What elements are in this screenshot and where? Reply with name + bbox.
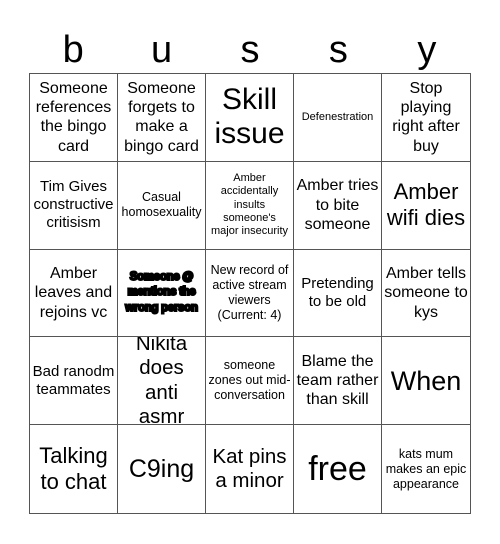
header-letter-s2: s: [328, 29, 348, 71]
bingo-cell[interactable]: Tim Gives constructive critisism: [30, 161, 118, 250]
bingo-cell[interactable]: Stop playing right after buy: [382, 74, 470, 162]
bingo-cell[interactable]: Defenestration: [294, 74, 382, 162]
bingo-cell[interactable]: kats mum makes an epic appearance: [382, 425, 470, 513]
bingo-cell[interactable]: C9ing: [118, 425, 206, 513]
bingo-header: b u s s y: [29, 28, 471, 73]
bingo-cell[interactable]: Amber tells someone to kys: [382, 250, 470, 338]
bingo-cell[interactable]: Casual homosexuality: [118, 161, 206, 250]
bingo-cell[interactable]: Someone references the bingo card: [30, 74, 118, 162]
header-letter-u: u: [151, 29, 173, 71]
bingo-cell[interactable]: Pretending to be old: [294, 249, 382, 338]
bingo-cell[interactable]: When: [382, 337, 470, 426]
bingo-cell[interactable]: Skill issue: [206, 74, 294, 162]
bingo-cell[interactable]: Amber accidentally insults someone's maj…: [206, 161, 294, 250]
header-letter-s: s: [240, 29, 260, 71]
bingo-cell[interactable]: Kat pins a minor: [206, 425, 294, 513]
bingo-cell[interactable]: Amber tries to bite someone: [294, 161, 382, 250]
bingo-cell[interactable]: Amber wifi dies: [382, 162, 470, 250]
header-letter-y: y: [417, 29, 437, 71]
bingo-grid: Someone references the bingo card Someon…: [29, 73, 471, 514]
bingo-cell[interactable]: Nikita does anti asmr: [118, 337, 206, 426]
bingo-cell[interactable]: Amber leaves and rejoins vc: [30, 249, 118, 338]
bingo-cell[interactable]: Someone @ mentions the wrong person: [118, 249, 206, 338]
bingo-cell[interactable]: Talking to chat: [30, 425, 118, 513]
bingo-cell[interactable]: New record of active stream viewers (Cur…: [206, 249, 294, 338]
bingo-cell[interactable]: someone zones out mid-conversation: [206, 337, 294, 426]
bingo-cell[interactable]: Someone forgets to make a bingo card: [118, 74, 206, 162]
bingo-cell-free[interactable]: free: [294, 425, 382, 513]
bingo-cell[interactable]: Blame the team rather than skill: [294, 337, 382, 426]
bingo-cell[interactable]: Bad ranodm teammates: [30, 337, 118, 426]
header-letter-b: b: [62, 29, 84, 71]
